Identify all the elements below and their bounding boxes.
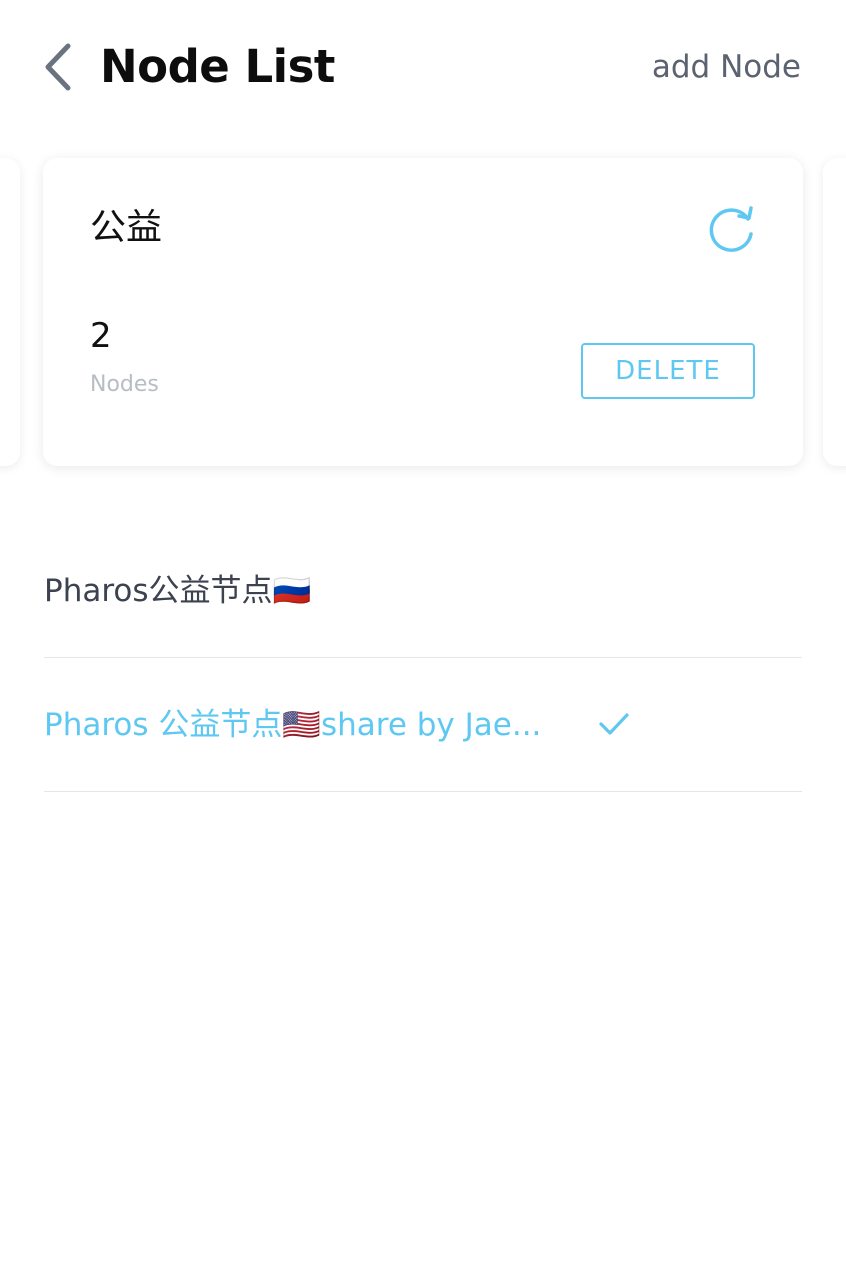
header-bar: Node List add Node [0, 0, 846, 130]
node-name: Pharos 公益节点🇺🇸share by Jae... [44, 707, 542, 743]
group-card: 公益 2 Nodes DELETE [43, 158, 803, 466]
page-title: Node List [100, 40, 335, 93]
checkmark-icon [599, 713, 629, 735]
node-name: Pharos公益节点🇷🇺 [44, 573, 312, 609]
node-count-label: Nodes [90, 372, 159, 397]
group-carousel[interactable]: 公益 2 Nodes DELETE [0, 158, 846, 468]
chevron-left-icon [45, 43, 71, 91]
delete-button[interactable]: DELETE [581, 343, 755, 399]
node-list-item-selected[interactable]: Pharos 公益节点🇺🇸share by Jae... [44, 658, 802, 792]
refresh-icon [709, 206, 753, 252]
back-button[interactable] [30, 38, 86, 96]
add-node-button[interactable]: add Node [652, 45, 801, 89]
node-list: Pharos公益节点🇷🇺 Pharos 公益节点🇺🇸share by Jae..… [44, 524, 802, 792]
node-count: 2 [90, 316, 112, 356]
previous-group-card[interactable] [0, 158, 20, 466]
refresh-button[interactable] [703, 202, 759, 258]
group-name: 公益 [90, 207, 163, 248]
next-group-card[interactable] [823, 158, 846, 466]
node-list-item[interactable]: Pharos公益节点🇷🇺 [44, 524, 802, 658]
